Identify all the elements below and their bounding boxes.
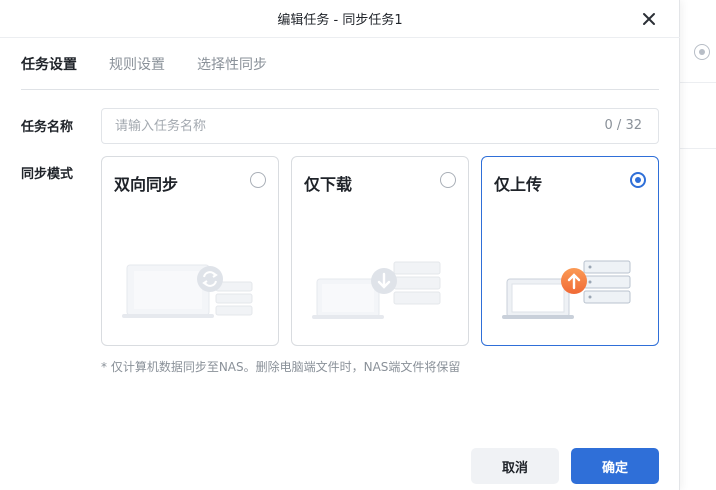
sync-mode-note: * 仅计算机数据同步至NAS。删除电脑端文件时，NAS端文件将保留 — [101, 360, 461, 374]
divider — [680, 148, 716, 149]
sync-mode-label: 同步模式 — [21, 167, 74, 182]
task-name-label: 任务名称 — [21, 120, 74, 135]
mode-card-download[interactable]: 仅下载 — [291, 156, 469, 346]
confirm-button[interactable]: 确定 — [571, 448, 659, 484]
radio-button[interactable] — [250, 172, 266, 188]
dialog-title: 编辑任务 - 同步任务1 — [277, 13, 403, 28]
radio-button[interactable] — [440, 172, 456, 188]
tab-rule-settings[interactable]: 规则设置 — [109, 54, 165, 74]
background-radio[interactable] — [694, 44, 710, 60]
task-name-input[interactable] — [102, 109, 582, 143]
edit-task-dialog: 编辑任务 - 同步任务1 任务设置 规则设置 选择性同步 任务名称 0 / 32… — [0, 0, 680, 490]
task-name-field: 0 / 32 — [101, 108, 659, 144]
cancel-button[interactable]: 取消 — [471, 448, 559, 484]
close-icon[interactable] — [638, 8, 660, 30]
radio-button-checked[interactable] — [630, 172, 646, 188]
mode-title: 仅下载 — [304, 175, 353, 194]
char-counter: 0 / 32 — [604, 118, 642, 133]
dialog-header: 编辑任务 - 同步任务1 — [0, 0, 680, 38]
tab-selective-sync[interactable]: 选择性同步 — [197, 54, 267, 74]
mode-title: 双向同步 — [114, 175, 179, 194]
background-panel — [680, 0, 716, 490]
mode-title: 仅上传 — [494, 175, 543, 194]
tab-bar: 任务设置 规则设置 选择性同步 — [21, 52, 659, 90]
mode-card-two-way[interactable]: 双向同步 — [101, 156, 279, 346]
mode-card-upload[interactable]: 仅上传 — [481, 156, 659, 346]
tab-task-settings[interactable]: 任务设置 — [21, 54, 77, 74]
divider — [680, 82, 716, 83]
